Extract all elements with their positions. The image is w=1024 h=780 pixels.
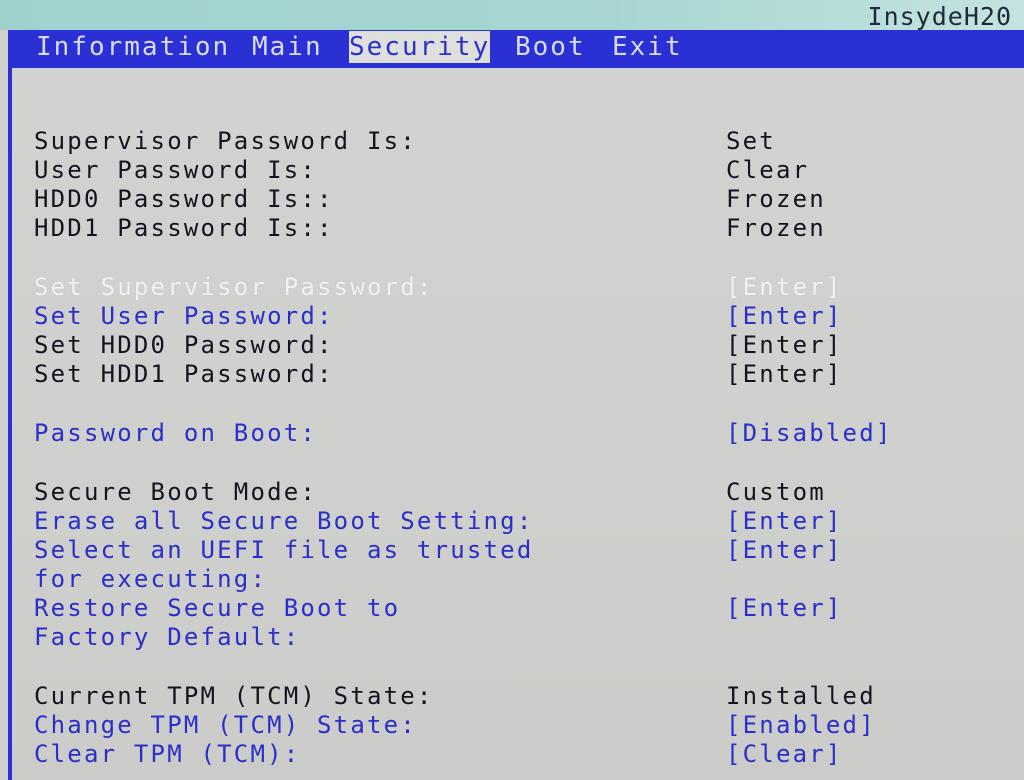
- select-uefi-file-item[interactable]: Select an UEFI file as trusted [Enter]: [34, 536, 1024, 565]
- tab-information[interactable]: Information: [36, 31, 230, 63]
- supervisor-password-status-value: Set: [726, 127, 776, 155]
- user-password-status-value: Clear: [726, 156, 810, 184]
- user-password-status-row: User Password Is: Clear: [34, 156, 1024, 185]
- change-tpm-state-value[interactable]: [Enabled]: [726, 711, 876, 740]
- user-password-status-label: User Password Is:: [34, 156, 318, 184]
- tpm-state-value: Installed: [726, 682, 876, 710]
- set-hdd1-password-item: Set HDD1 Password: [Enter]: [34, 360, 1024, 389]
- set-hdd0-password-item: Set HDD0 Password: [Enter]: [34, 331, 1024, 360]
- set-user-password-label[interactable]: Set User Password:: [34, 302, 334, 331]
- security-panel: Supervisor Password Is: Set User Passwor…: [8, 64, 1024, 780]
- erase-secure-boot-value[interactable]: [Enter]: [726, 507, 843, 536]
- brand-label: InsydeH20: [867, 2, 1012, 31]
- clear-tpm-label[interactable]: Clear TPM (TCM):: [34, 740, 300, 769]
- set-hdd0-password-label: Set HDD0 Password:: [34, 331, 334, 359]
- select-uefi-file-label[interactable]: Select an UEFI file as trusted: [34, 536, 533, 565]
- set-supervisor-password-label[interactable]: Set Supervisor Password:: [34, 273, 434, 302]
- set-hdd0-password-value: [Enter]: [726, 331, 843, 359]
- change-tpm-state-item[interactable]: Change TPM (TCM) State: [Enabled]: [34, 711, 1024, 740]
- clear-tpm-item[interactable]: Clear TPM (TCM): [Clear]: [34, 740, 1024, 769]
- restore-secure-boot-item[interactable]: Restore Secure Boot to [Enter]: [34, 594, 1024, 623]
- restore-secure-boot-item-cont[interactable]: Factory Default:: [34, 623, 1024, 652]
- hdd1-password-status-row: HDD1 Password Is:: Frozen: [34, 214, 1024, 243]
- title-bar: InsydeH20: [0, 0, 1024, 31]
- set-user-password-value[interactable]: [Enter]: [726, 302, 843, 331]
- supervisor-password-status-row: Supervisor Password Is: Set: [34, 127, 1024, 156]
- set-user-password-item[interactable]: Set User Password: [Enter]: [34, 302, 1024, 331]
- password-on-boot-value[interactable]: [Disabled]: [726, 419, 893, 448]
- erase-secure-boot-item[interactable]: Erase all Secure Boot Setting: [Enter]: [34, 507, 1024, 536]
- password-on-boot-item[interactable]: Password on Boot: [Disabled]: [34, 419, 1024, 448]
- clear-tpm-value[interactable]: [Clear]: [726, 740, 843, 769]
- tab-boot[interactable]: Boot: [515, 31, 586, 63]
- tpm-state-label: Current TPM (TCM) State:: [34, 682, 434, 710]
- restore-secure-boot-label[interactable]: Restore Secure Boot to: [34, 594, 400, 623]
- hdd1-password-status-value: Frozen: [726, 214, 826, 242]
- menu-bar: Information Main Security Boot Exit: [8, 30, 1024, 64]
- select-uefi-file-value[interactable]: [Enter]: [726, 536, 843, 565]
- set-supervisor-password-value[interactable]: [Enter]: [726, 273, 843, 302]
- restore-secure-boot-label-cont[interactable]: Factory Default:: [34, 623, 300, 652]
- set-hdd1-password-label: Set HDD1 Password:: [34, 360, 334, 388]
- set-hdd1-password-value: [Enter]: [726, 360, 843, 388]
- tpm-state-row: Current TPM (TCM) State: Installed: [34, 682, 1024, 711]
- hdd0-password-status-value: Frozen: [726, 185, 826, 213]
- secure-boot-mode-row: Secure Boot Mode: Custom: [34, 478, 1024, 507]
- supervisor-password-status-label: Supervisor Password Is:: [34, 127, 417, 155]
- hdd0-password-status-row: HDD0 Password Is:: Frozen: [34, 185, 1024, 214]
- tab-exit[interactable]: Exit: [612, 31, 683, 63]
- secure-boot-mode-value: Custom: [726, 478, 826, 506]
- hdd0-password-status-label: HDD0 Password Is::: [34, 185, 334, 213]
- change-tpm-state-label[interactable]: Change TPM (TCM) State:: [34, 711, 417, 740]
- set-supervisor-password-item[interactable]: Set Supervisor Password: [Enter]: [34, 273, 1024, 302]
- select-uefi-file-label-cont[interactable]: for executing:: [34, 565, 267, 594]
- select-uefi-file-item-cont[interactable]: for executing:: [34, 565, 1024, 594]
- hdd1-password-status-label: HDD1 Password Is::: [34, 214, 334, 242]
- restore-secure-boot-value[interactable]: [Enter]: [726, 594, 843, 623]
- password-on-boot-label[interactable]: Password on Boot:: [34, 419, 317, 448]
- tab-main[interactable]: Main: [252, 31, 323, 63]
- erase-secure-boot-label[interactable]: Erase all Secure Boot Setting:: [34, 507, 533, 536]
- secure-boot-mode-label: Secure Boot Mode:: [34, 478, 318, 506]
- tab-security[interactable]: Security: [349, 31, 491, 63]
